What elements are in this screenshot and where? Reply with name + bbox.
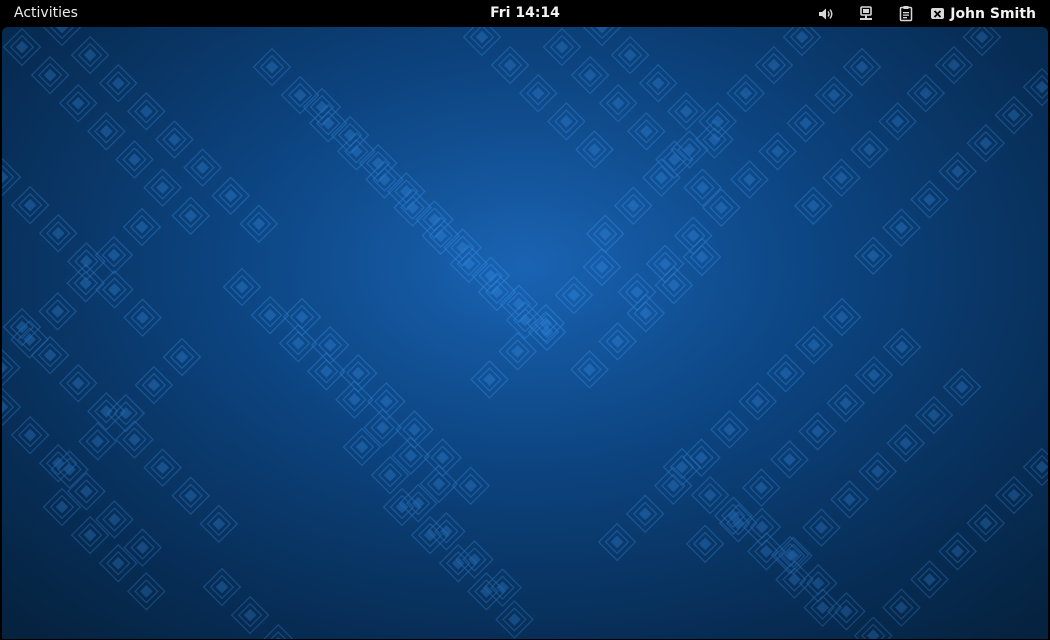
clock-button[interactable]: Fri 14:14 [490,5,560,21]
clipboard-icon[interactable] [896,4,916,24]
top-bar: Activities Fri 14:14 John Smith [0,0,1050,27]
desktop-background[interactable] [2,27,1048,639]
wallpaper-pattern [2,27,1048,639]
user-name: John Smith [950,5,1036,22]
activities-button[interactable]: Activities [14,5,78,21]
network-icon[interactable] [856,4,876,24]
status-tray: John Smith [796,0,1036,27]
user-menu[interactable]: John Smith [930,6,1036,22]
volume-icon[interactable] [816,4,836,24]
user-status-icon [931,7,945,19]
